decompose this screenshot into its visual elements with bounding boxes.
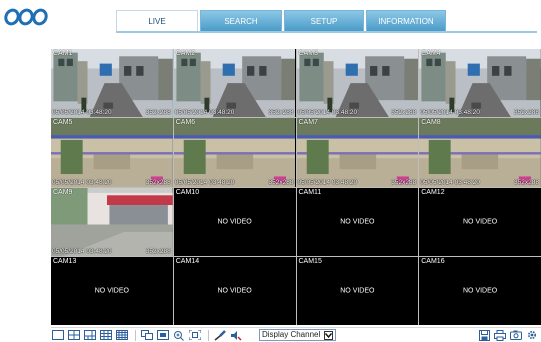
- layout-9-icon[interactable]: [99, 329, 113, 341]
- no-video-message: NO VIDEO: [217, 287, 252, 295]
- camera-feed-image: [173, 49, 296, 118]
- camera-timestamp: 05/05/2014 03:48:20: [174, 178, 235, 186]
- snapshot-icon[interactable]: [509, 329, 523, 341]
- camera-tile-16[interactable]: CAM16 NO VIDEO: [419, 256, 541, 325]
- layout-16-icon[interactable]: [115, 329, 129, 341]
- camera-label: CAM2: [175, 50, 196, 57]
- camera-label: CAM16: [421, 257, 445, 265]
- print-icon[interactable]: [493, 329, 507, 341]
- camera-timestamp: 05/05/2014 03:48:20: [297, 109, 358, 117]
- camera-tile-7[interactable]: CAM7 05/05/2014 03:48:20 352x288: [296, 118, 419, 187]
- camera-tile-15[interactable]: CAM15 NO VIDEO: [296, 256, 419, 325]
- camera-tile-11[interactable]: CAM11 NO VIDEO: [296, 187, 419, 256]
- camera-timestamp: 05/05/2014 03:48:20: [174, 109, 235, 117]
- camera-timestamp: 05/05/2014 03:48:20: [52, 178, 112, 186]
- camera-tile-9[interactable]: CAM9 05/05/2014 03:48:20 352x288: [51, 187, 173, 256]
- camera-label: CAM5: [53, 119, 73, 127]
- camera-timestamp: 05/05/2014 03:48:20: [52, 109, 112, 117]
- no-video-message: NO VIDEO: [217, 218, 252, 226]
- fit-screen-icon[interactable]: [188, 329, 202, 341]
- camera-tile-12[interactable]: CAM12 NO VIDEO: [419, 187, 541, 256]
- camera-label: CAM9: [53, 188, 73, 196]
- toolbar-separator: [208, 329, 209, 341]
- no-video-message: NO VIDEO: [94, 287, 129, 295]
- chevron-down-icon: [324, 330, 334, 340]
- camera-feed-image: [296, 118, 419, 187]
- tab-live[interactable]: LIVE: [116, 10, 198, 32]
- camera-resolution: 352x288: [145, 178, 171, 186]
- camera-feed-image: [419, 118, 541, 187]
- camera-tile-1[interactable]: CAM1 05/05/2014 03:48:20 352x288: [51, 49, 173, 118]
- display-channel-select[interactable]: Display Channel: [259, 329, 337, 341]
- zoom-in-icon[interactable]: [172, 329, 186, 341]
- no-video-message: NO VIDEO: [463, 218, 498, 226]
- camera-feed-image: [51, 49, 173, 118]
- camera-resolution: 352x288: [145, 247, 171, 255]
- brand-logo: [4, 6, 48, 28]
- camera-tile-6[interactable]: CAM6 05/05/2014 03:48:20 352x288: [173, 118, 296, 187]
- camera-feed-image: [296, 49, 419, 118]
- camera-label: CAM12: [421, 188, 445, 196]
- camera-label: CAM13: [53, 257, 77, 265]
- camera-tile-8[interactable]: CAM8 05/05/2014 03:48:20 352x288: [419, 118, 541, 187]
- tab-setup[interactable]: SETUP: [284, 10, 364, 32]
- main-tabs: LIVE SEARCH SETUP INFORMATION: [116, 10, 448, 32]
- settings-icon[interactable]: [525, 329, 539, 341]
- camera-resolution: 352x288: [391, 109, 417, 117]
- camera-label: CAM10: [175, 188, 200, 196]
- tab-search[interactable]: SEARCH: [200, 10, 282, 32]
- camera-feed-image: [51, 187, 173, 256]
- camera-label: CAM6: [175, 119, 196, 127]
- camera-feed-image: [419, 49, 541, 118]
- no-video-message: NO VIDEO: [463, 287, 498, 295]
- camera-timestamp: 05/05/2014 03:48:20: [52, 247, 112, 255]
- camera-resolution: 352x288: [268, 109, 294, 117]
- camera-label: CAM15: [298, 257, 322, 265]
- microphone-icon[interactable]: [213, 329, 227, 341]
- camera-label: CAM7: [298, 119, 318, 127]
- camera-resolution: 352x288: [391, 178, 417, 186]
- no-video-message: NO VIDEO: [340, 287, 375, 295]
- camera-label: CAM3: [298, 50, 318, 57]
- camera-tile-14[interactable]: CAM14 NO VIDEO: [173, 256, 296, 325]
- toolbar-separator: [135, 329, 136, 341]
- camera-timestamp: 05/05/2014 03:48:20: [420, 109, 480, 117]
- layout-1-icon[interactable]: [51, 329, 65, 341]
- camera-timestamp: 05/05/2014 03:48:20: [420, 178, 480, 186]
- camera-label: CAM8: [421, 119, 441, 127]
- camera-feed-image: [51, 118, 173, 187]
- save-icon[interactable]: [477, 329, 491, 341]
- no-video-message: NO VIDEO: [340, 218, 375, 226]
- layout-6-icon[interactable]: [83, 329, 97, 341]
- camera-timestamp: 05/05/2014 03:48:20: [297, 178, 358, 186]
- bottom-toolbar: Display Channel: [51, 327, 541, 342]
- camera-resolution: 352x288: [268, 178, 294, 186]
- fullscreen-window-icon[interactable]: [156, 329, 170, 341]
- camera-grid: CAM1 05/05/2014 03:48:20 352x288 CAM2 05/05/…: [51, 49, 541, 325]
- display-channel-value: Display Channel: [262, 330, 321, 339]
- camera-label: CAM1: [53, 50, 73, 57]
- layout-4-icon[interactable]: [67, 329, 81, 341]
- speaker-icon[interactable]: [229, 329, 243, 341]
- camera-tile-10[interactable]: CAM10 NO VIDEO: [173, 187, 296, 256]
- camera-label: CAM11: [298, 188, 322, 196]
- camera-label: CAM4: [421, 50, 441, 57]
- tab-information[interactable]: INFORMATION: [366, 10, 446, 32]
- camera-label: CAM14: [175, 257, 200, 265]
- camera-tile-5[interactable]: CAM5 05/05/2014 03:48:20 352x288: [51, 118, 173, 187]
- camera-resolution: 352x288: [514, 109, 539, 117]
- camera-resolution: 352x288: [145, 109, 171, 117]
- camera-resolution: 352x288: [514, 178, 539, 186]
- camera-tile-2[interactable]: CAM2 05/05/2014 03:48:20 352x288: [173, 49, 296, 118]
- camera-tile-4[interactable]: CAM4 05/05/2014 03:48:20 352x288: [419, 49, 541, 118]
- camera-tile-3[interactable]: CAM3 05/05/2014 03:48:20 352x288: [296, 49, 419, 118]
- camera-feed-image: [173, 118, 296, 187]
- tab-underline: [116, 31, 537, 33]
- sequence-icon[interactable]: [140, 329, 154, 341]
- camera-tile-13[interactable]: CAM13 NO VIDEO: [51, 256, 173, 325]
